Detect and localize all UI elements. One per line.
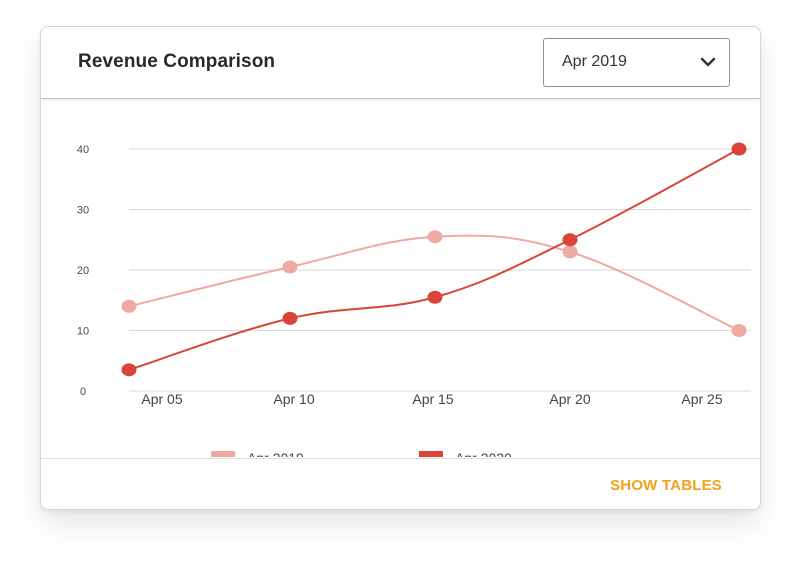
card-footer: SHOW TABLES <box>41 458 760 509</box>
legend-swatch-2020 <box>419 451 443 457</box>
legend-swatch-2019 <box>211 451 235 457</box>
period-select[interactable]: Apr 2019 <box>543 38 730 87</box>
card-title: Revenue Comparison <box>78 51 276 72</box>
data-point-2019 <box>282 260 298 274</box>
x-tick-label: Apr 15 <box>412 391 453 407</box>
series-line-2020 <box>128 148 740 371</box>
y-tick-label: 20 <box>77 265 89 277</box>
period-select-value: Apr 2019 <box>562 53 627 70</box>
series-line-2019 <box>128 234 740 332</box>
show-tables-button[interactable]: SHOW TABLES <box>610 477 722 494</box>
legend-label-2019: Apr 2019 <box>247 450 304 457</box>
revenue-card: Revenue Comparison Apr 2019 0 10 20 30 40 Apr… <box>40 26 761 510</box>
y-tick-label: 0 <box>80 386 86 398</box>
x-tick-label: Apr 10 <box>273 391 314 407</box>
legend-label-2020: Apr 2020 <box>455 450 512 457</box>
data-point-2020 <box>731 142 747 156</box>
revenue-line-chart: 0 10 20 30 40 Apr 05 Apr 10 Apr 15 Apr 20 Apr 25 A… <box>77 142 751 457</box>
y-tick-label: 40 <box>77 144 89 156</box>
data-point-2020 <box>427 290 443 304</box>
y-tick-label: 30 <box>77 205 89 217</box>
x-tick-label: Apr 05 <box>141 391 182 407</box>
data-point-2020 <box>562 233 578 247</box>
data-point-2020 <box>282 311 298 325</box>
data-point-2020 <box>121 363 137 377</box>
x-tick-label: Apr 25 <box>681 391 722 407</box>
data-point-2019 <box>731 324 747 337</box>
card-header: Revenue Comparison Apr 2019 <box>41 27 760 99</box>
data-point-2019 <box>562 245 578 259</box>
y-tick-label: 10 <box>77 326 89 338</box>
data-point-2019 <box>121 299 137 313</box>
chevron-down-icon <box>700 57 716 67</box>
data-point-2019 <box>427 230 443 244</box>
x-tick-label: Apr 20 <box>549 391 590 407</box>
